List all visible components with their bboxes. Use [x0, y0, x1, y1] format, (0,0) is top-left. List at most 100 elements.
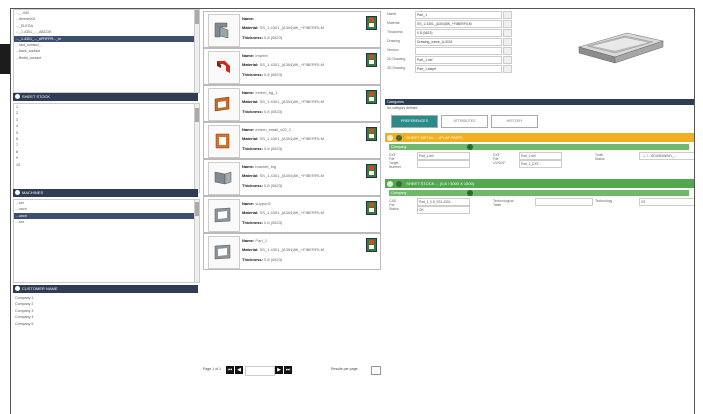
browse-button[interactable] — [503, 29, 512, 37]
pdf-icon[interactable] — [366, 53, 377, 67]
detail-field[interactable]: Part_1.sldprt — [415, 65, 502, 73]
part-thickness-row: Thickness: 0.8 (0823) — [242, 183, 282, 188]
page-input[interactable] — [245, 366, 275, 376]
part-card[interactable]: Name: support1 Material: SS_1.4301_(A304)… — [203, 196, 381, 233]
part-thickness-value: 0.8 (0823) — [264, 109, 283, 114]
section-header-sheet-stock[interactable]: SHEET STOCK — [13, 93, 198, 101]
yellow-section-bar[interactable]: SHEET METAL ... (FLAT PART) — [385, 133, 694, 142]
scrollbar[interactable] — [194, 200, 199, 282]
field-label: Material: — [242, 62, 259, 67]
part-thumbnail[interactable] — [208, 14, 240, 47]
field-label: DXF File — [493, 153, 500, 161]
categories-bar[interactable]: Categories — [385, 99, 694, 105]
part-thickness-row: Thickness: 0.8 (0823) — [242, 220, 282, 225]
browse-button[interactable] — [503, 38, 512, 46]
part-thickness-value: 0.8 (0823) — [264, 220, 283, 225]
detail-field[interactable]: Drawing_name_A-0001 — [415, 38, 502, 46]
pdf-icon[interactable] — [366, 16, 377, 30]
company-header: Company — [389, 190, 689, 197]
detail-label: 3D Drawing — [387, 66, 406, 70]
pdf-icon[interactable] — [366, 238, 377, 252]
part-thumbnail[interactable] — [208, 125, 240, 158]
status-icon — [467, 190, 474, 197]
part-thickness-row: Thickness: 0.8 (0823) — [242, 72, 282, 77]
part-name-value: bracket_lng — [255, 164, 277, 169]
list-item[interactable]: 10 — [14, 162, 199, 168]
field-label: Thickness: — [242, 72, 263, 77]
part-thumbnail[interactable] — [208, 51, 240, 84]
detail-field[interactable]: SS_1.4301_(A304)8K_+FIBERFILM — [415, 20, 502, 28]
field-input[interactable]: Part_1.dxf — [417, 152, 470, 160]
scrollbar[interactable] — [194, 104, 199, 192]
section-header-customer[interactable]: CUSTOMER NAME — [13, 285, 198, 293]
detail-field[interactable]: Part_1 — [415, 11, 502, 19]
next-page-button[interactable]: ▶ — [275, 366, 283, 374]
part-card[interactable]: Name: Part_1 Material: SS_1.4301_(A304)8K… — [203, 233, 381, 270]
detail-field[interactable] — [415, 47, 502, 55]
browse-button[interactable] — [503, 56, 512, 64]
field-label: Material: — [242, 136, 259, 141]
part-name-row: Name: support1 — [242, 201, 271, 206]
scrollbar[interactable] — [194, 10, 199, 92]
per-page-select[interactable] — [371, 366, 381, 375]
tab-attributes[interactable]: ATTRIBUTES — [441, 115, 488, 128]
last-page-button[interactable]: ⏭ — [284, 366, 292, 374]
browse-button[interactable] — [503, 11, 512, 19]
app-window: ..._..000 ...ilenme001 ..._ELEGA ..._1.4301… — [10, 8, 695, 380]
field-input[interactable]: ...\...\...\2D\DRAWING_... — [639, 152, 694, 160]
field-label: Name: — [242, 127, 255, 132]
list-item[interactable]: ...ser — [14, 219, 199, 225]
pdf-icon[interactable] — [366, 127, 377, 141]
field-input[interactable]: Part_1_DXF... — [519, 160, 562, 168]
part-card[interactable]: Name: extern_bg_1 Material: SS_1.4301_(A3… — [203, 85, 381, 122]
sheet-stock-list: 1 2 3 4 5 6 7 8 9 10 — [13, 103, 200, 193]
part-material-value: SS_1.4301_(A304)8K_+FIBERFILM — [259, 62, 324, 67]
tab-preferences[interactable]: PREFERENCES — [391, 115, 438, 128]
section-title: CUSTOMER NAME — [22, 286, 58, 291]
collapse-icon[interactable] — [15, 190, 20, 196]
part-material-row: Material: SS_1.4301_(A304)8K_+FIBERFILM — [242, 99, 324, 104]
part-thumbnail[interactable] — [208, 88, 240, 121]
collapse-icon[interactable] — [387, 134, 393, 141]
pdf-icon[interactable] — [366, 90, 377, 104]
part-card[interactable]: Name: bracket_lng Material: SS_1.4301_(A3… — [203, 159, 381, 196]
detail-label: Material — [387, 21, 400, 25]
detail-field[interactable]: Part_1.dxf — [415, 56, 502, 64]
field-input[interactable]: OK — [417, 206, 470, 214]
field-input[interactable]: Part_1.dxf — [519, 152, 562, 160]
first-page-button[interactable]: ⏮ — [226, 366, 234, 374]
section-header-machines[interactable]: MACHINES — [13, 189, 198, 197]
collapse-icon[interactable] — [15, 94, 20, 100]
field-input[interactable] — [417, 160, 470, 168]
pdf-icon[interactable] — [366, 201, 377, 215]
details-panel: Name Part_1 Material SS_1.4301_(A304)8K_+FI… — [385, 9, 694, 379]
part-thickness-value: 0.8 (0823) — [264, 183, 283, 188]
collapse-icon[interactable] — [387, 180, 393, 187]
green-section-bar[interactable]: SHEET STOCK ... (0.8 / 3000 X 1500) — [385, 179, 694, 188]
part-name-row: Name: Part_1 — [242, 238, 267, 243]
pdf-icon[interactable] — [366, 164, 377, 178]
field-input[interactable]: XS — [639, 198, 694, 206]
list-item[interactable]: ...ftinitd_contact — [14, 55, 199, 61]
list-item[interactable]: Company 5 — [13, 321, 198, 327]
part-card[interactable]: Name: Imprint Material: SS_1.4301_(A304)8… — [203, 48, 381, 85]
part-material-value: SS_1.4301_(A304)8K_+FIBERFILM — [259, 136, 324, 141]
prev-page-button[interactable]: ◀ — [235, 366, 243, 374]
part-card[interactable]: Name: Material: SS_1.4301_(A304)8K_+FIBE… — [203, 11, 381, 48]
part-thumbnail[interactable] — [208, 199, 240, 232]
browse-button[interactable] — [503, 65, 512, 73]
field-label: CAD File — [389, 199, 397, 207]
part-thickness-row: Thickness: 0.8 (0823) — [242, 35, 282, 40]
tab-history[interactable]: HISTORY — [491, 115, 538, 128]
field-input[interactable]: Part_1_0.8_SS1.4301... — [417, 198, 470, 206]
browse-button[interactable] — [503, 47, 512, 55]
part-card[interactable]: Name: extern_small_v02_1 Material: SS_1.4… — [203, 122, 381, 159]
part-thickness-value: 0.8 (0823) — [264, 72, 283, 77]
detail-field[interactable]: 0.8 (0823) — [415, 29, 502, 37]
browse-button[interactable] — [503, 20, 512, 28]
part-thumbnail[interactable] — [208, 162, 240, 195]
status-area — [10, 378, 695, 414]
part-thumbnail[interactable] — [208, 236, 240, 269]
field-input[interactable] — [535, 198, 593, 206]
collapse-icon[interactable] — [15, 286, 20, 292]
